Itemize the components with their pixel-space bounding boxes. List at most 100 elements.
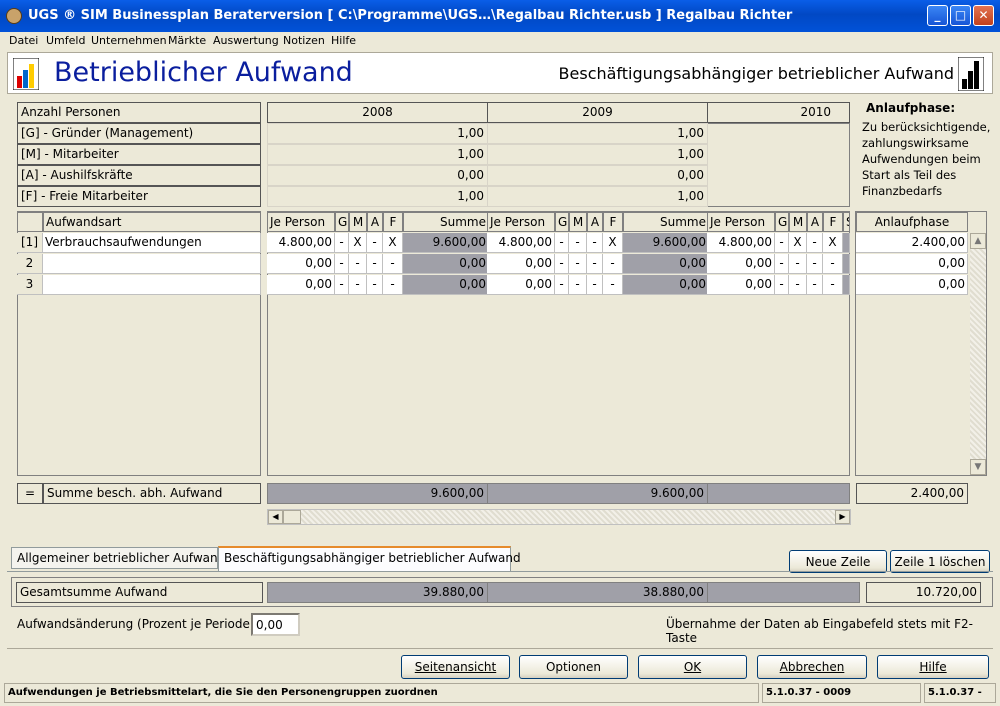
aenderung-input[interactable]: 0,00 — [251, 613, 300, 636]
col-flag-f: F — [823, 212, 843, 232]
gesamt-value: 39.880,00 — [267, 582, 488, 603]
flag-cell[interactable]: - — [349, 254, 367, 274]
abbrechen-button[interactable]: Abbrechen — [757, 655, 867, 679]
flag-cell[interactable]: - — [383, 275, 403, 295]
je-person-cell[interactable]: 0,00 — [707, 275, 775, 295]
flag-cell[interactable]: X — [789, 233, 807, 253]
flag-cell[interactable]: - — [555, 254, 569, 274]
app-icon[interactable] — [6, 8, 22, 24]
flag-cell[interactable]: - — [775, 233, 789, 253]
horizontal-scrollbar[interactable]: ◀ ▶ — [267, 509, 851, 525]
menu-umfeld[interactable]: Umfeld — [46, 34, 85, 47]
flag-cell[interactable]: - — [807, 275, 823, 295]
col-flag-f: F — [603, 212, 623, 232]
flag-cell[interactable]: - — [603, 254, 623, 274]
page-title: Betrieblicher Aufwand — [54, 57, 353, 88]
flag-cell[interactable]: - — [335, 254, 349, 274]
flag-cell[interactable]: - — [569, 275, 587, 295]
flag-cell[interactable]: - — [789, 254, 807, 274]
persons-row-label: [G] - Gründer (Management) — [17, 123, 261, 144]
scroll-left-arrow-icon[interactable]: ◀ — [268, 510, 283, 524]
aufwandsart-cell[interactable] — [43, 275, 261, 295]
flag-cell[interactable]: - — [789, 275, 807, 295]
seitenansicht-button[interactable]: Seitenansicht — [401, 655, 510, 679]
flag-cell[interactable]: - — [603, 275, 623, 295]
je-person-cell[interactable]: 0,00 — [487, 275, 555, 295]
hilfe-button[interactable]: Hilfe — [877, 655, 989, 679]
flag-cell[interactable]: - — [367, 254, 383, 274]
menu-hilfe[interactable]: Hilfe — [331, 34, 356, 47]
summe-cell: 0,00 — [403, 275, 489, 295]
flag-cell[interactable]: - — [587, 275, 603, 295]
menu-unternehmen[interactable]: Unternehmen — [91, 34, 167, 47]
flag-cell[interactable]: - — [775, 275, 789, 295]
vertical-scrollbar[interactable]: ▲ ▼ — [970, 233, 986, 475]
aufwandsart-cell[interactable] — [43, 254, 261, 274]
neue-zeile-button[interactable]: Neue Zeile — [789, 550, 887, 573]
col-flag-g: G — [335, 212, 349, 232]
year-header: 2008 — [267, 102, 488, 123]
menu-datei[interactable]: Datei — [9, 34, 38, 47]
f2-hint: Übernahme der Daten ab Eingabefeld stets… — [666, 617, 973, 645]
flag-cell[interactable]: - — [349, 275, 367, 295]
aufwandsart-cell[interactable]: Verbrauchsaufwendungen — [43, 233, 261, 253]
je-person-cell[interactable]: 4.800,00 — [487, 233, 555, 253]
summe-cell: 0,00 — [623, 275, 709, 295]
flag-cell[interactable]: - — [569, 233, 587, 253]
flag-cell[interactable]: X — [383, 233, 403, 253]
menu-notizen[interactable]: Notizen — [283, 34, 325, 47]
aenderung-label: Aufwandsänderung (Prozent je Periode) — [17, 617, 255, 631]
je-person-cell[interactable]: 4.800,00 — [707, 233, 775, 253]
flag-cell[interactable]: - — [823, 254, 843, 274]
col-flag-m: M — [349, 212, 367, 232]
tab-beschaeftigungsabhaengiger-aufwand[interactable]: Beschäftigungsabhängiger betrieblicher A… — [218, 546, 521, 571]
je-person-cell[interactable]: 0,00 — [267, 254, 335, 274]
minimize-button[interactable]: _ — [927, 5, 948, 26]
scroll-right-arrow-icon[interactable]: ▶ — [835, 510, 850, 524]
scroll-up-arrow-icon[interactable]: ▲ — [970, 233, 986, 249]
je-person-cell[interactable]: 0,00 — [487, 254, 555, 274]
col-aufwandsart: Aufwandsart — [43, 212, 261, 232]
flag-cell[interactable]: - — [569, 254, 587, 274]
flag-cell[interactable]: - — [807, 233, 823, 253]
close-button[interactable]: ✕ — [973, 5, 994, 26]
scroll-thumb[interactable] — [283, 510, 301, 524]
scroll-down-arrow-icon[interactable]: ▼ — [970, 459, 986, 475]
je-person-cell[interactable]: 4.800,00 — [267, 233, 335, 253]
menu-maerkte[interactable]: Märkte — [168, 34, 206, 47]
flag-cell[interactable]: - — [555, 233, 569, 253]
flag-cell[interactable]: - — [775, 254, 789, 274]
je-person-cell[interactable]: 0,00 — [267, 275, 335, 295]
maximize-button[interactable]: □ — [950, 5, 971, 26]
flag-cell[interactable]: X — [603, 233, 623, 253]
anlauf-cell[interactable]: 0,00 — [856, 254, 968, 274]
flag-cell[interactable]: - — [555, 275, 569, 295]
anlauf-cell[interactable]: 0,00 — [856, 275, 968, 295]
col-flag-f: F — [383, 212, 403, 232]
menu-auswertung[interactable]: Auswertung — [213, 34, 279, 47]
ok-button[interactable]: OK — [638, 655, 747, 679]
flag-cell[interactable]: X — [823, 233, 843, 253]
flag-cell[interactable]: - — [823, 275, 843, 295]
col-flag-a: A — [367, 212, 383, 232]
flag-cell[interactable]: - — [807, 254, 823, 274]
persons-value: 1,00 — [487, 123, 708, 144]
summe-cell: 9.600,00 — [403, 233, 489, 253]
flag-cell[interactable]: X — [349, 233, 367, 253]
tab-allgemeiner-aufwand[interactable]: Allgemeiner betrieblicher Aufwand — [11, 547, 225, 569]
summe-value: 9.600,00 — [267, 483, 488, 504]
je-person-cell[interactable]: 0,00 — [707, 254, 775, 274]
flag-cell[interactable]: - — [367, 233, 383, 253]
flag-cell[interactable]: - — [383, 254, 403, 274]
flag-cell[interactable]: - — [335, 233, 349, 253]
flag-cell[interactable]: - — [587, 233, 603, 253]
summe-cell — [843, 233, 850, 253]
col-summe: Summe — [403, 212, 489, 232]
flag-cell[interactable]: - — [367, 275, 383, 295]
info-title: Anlaufphase: — [866, 101, 956, 115]
flag-cell[interactable]: - — [335, 275, 349, 295]
flag-cell[interactable]: - — [587, 254, 603, 274]
anlauf-cell[interactable]: 2.400,00 — [856, 233, 968, 253]
optionen-button[interactable]: Optionen — [519, 655, 628, 679]
zeile-loeschen-button[interactable]: Zeile 1 löschen — [890, 550, 990, 573]
